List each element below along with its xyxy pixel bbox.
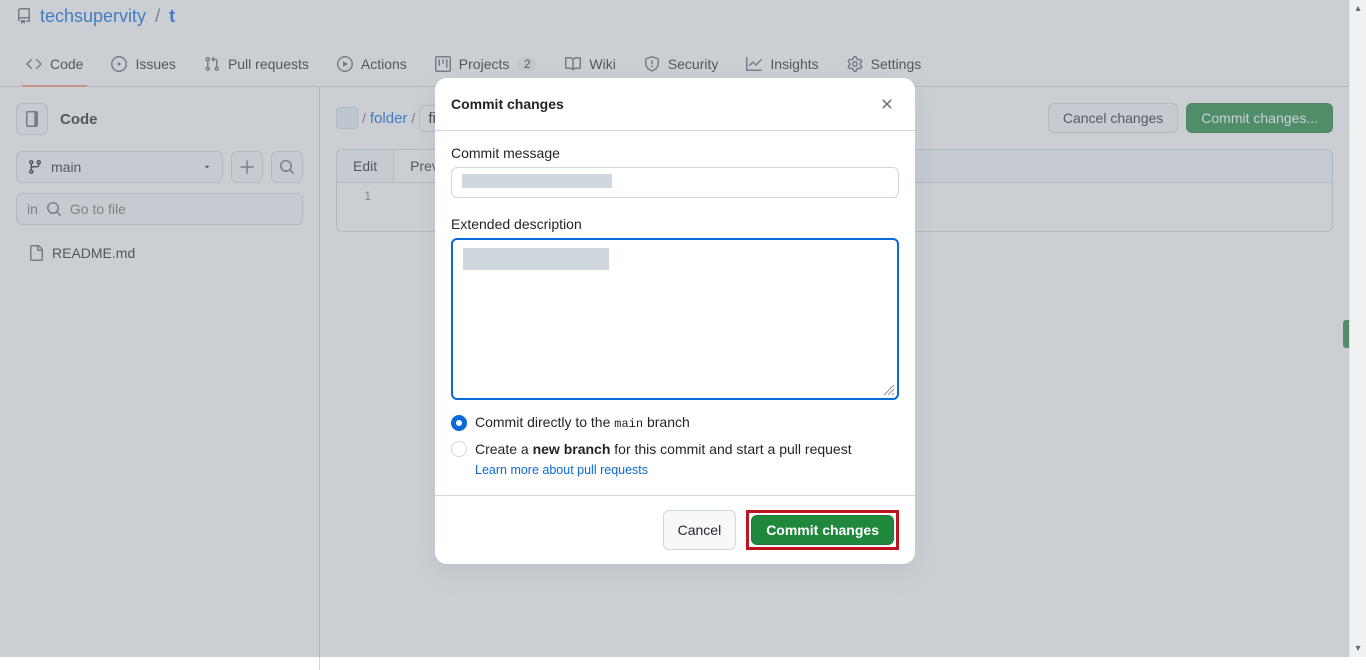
commit-message-label: Commit message [451,145,899,161]
close-icon [879,96,895,112]
learn-more-link[interactable]: Learn more about pull requests [475,463,648,477]
radio-checked-icon [451,415,467,431]
radio-unchecked-icon [451,441,467,457]
modal-close[interactable] [875,92,899,116]
modal-commit-button[interactable]: Commit changes [751,515,894,545]
commit-modal: Commit changes Commit message Extended d… [435,78,915,564]
annotation-highlight: Commit changes [746,510,899,550]
scroll-up-icon[interactable]: ▴ [1351,0,1366,17]
modal-title: Commit changes [451,96,564,112]
modal-cancel-button[interactable]: Cancel [663,510,737,550]
radio-direct-commit[interactable]: Commit directly to the main branch [451,414,899,431]
resize-handle-icon[interactable] [883,384,895,396]
scrollbar[interactable]: ▴ ▾ [1349,0,1366,657]
extended-desc-label: Extended description [451,216,899,232]
radio-new-branch[interactable]: Create a new branch for this commit and … [451,441,899,457]
scroll-down-icon[interactable]: ▾ [1351,640,1366,657]
commit-message-input[interactable] [451,167,899,198]
extended-desc-input[interactable] [451,238,899,400]
